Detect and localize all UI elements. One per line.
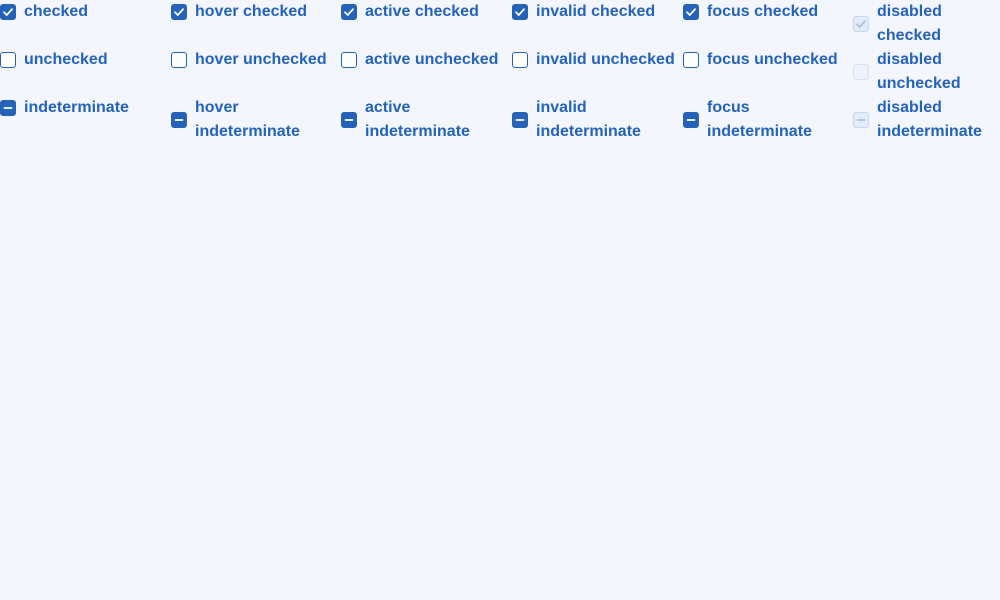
empty-box-icon[interactable] [0,52,16,68]
checkbox-unchecked[interactable]: unchecked [0,48,170,96]
minus-icon[interactable] [0,100,16,116]
checkbox-label: focus unchecked [707,51,838,68]
checkbox-state-grid: checked hover checked active checked invali… [0,0,1000,600]
checkbox-invalid-checked[interactable]: invalid checked [512,0,682,48]
checkbox-invalid-unchecked[interactable]: invalid unchecked [512,48,682,96]
checkbox-label: hover checked [195,3,308,20]
minus-icon [853,112,869,128]
checkbox-label: active indeterminate [365,99,470,140]
checkbox-hover-unchecked[interactable]: hover unchecked [171,48,341,96]
minus-icon[interactable] [683,112,699,128]
checkbox-focus-checked[interactable]: focus checked [683,0,853,48]
checkmark-icon[interactable] [512,4,528,20]
checkbox-label: unchecked [24,51,108,68]
checkbox-disabled-checked: disabled checked [853,0,1000,48]
empty-box-icon[interactable] [171,52,187,68]
empty-box-icon[interactable] [683,52,699,68]
checkbox-disabled-unchecked: disabled unchecked [853,48,1000,96]
empty-box-icon[interactable] [512,52,528,68]
checkbox-hover-indeterminate[interactable]: hover indeterminate [171,96,341,144]
checkbox-active-checked[interactable]: active checked [341,0,511,48]
minus-icon[interactable] [171,112,187,128]
checkbox-label: invalid checked [536,3,656,20]
empty-box-icon [853,64,869,80]
checkbox-checked[interactable]: checked [0,0,170,48]
checkbox-label: disabled unchecked [877,51,961,92]
checkbox-label: active unchecked [365,51,499,68]
checkbox-label: invalid unchecked [536,51,675,68]
checkbox-invalid-indeterminate[interactable]: invalid indeterminate [512,96,682,144]
empty-box-icon[interactable] [341,52,357,68]
checkmark-icon[interactable] [171,4,187,20]
checkbox-label: active checked [365,3,479,20]
checkbox-label: focus indeterminate [707,99,812,140]
checkbox-label: disabled checked [877,3,942,44]
checkbox-focus-indeterminate[interactable]: focus indeterminate [683,96,853,144]
minus-icon[interactable] [512,112,528,128]
checkbox-active-indeterminate[interactable]: active indeterminate [341,96,511,144]
checkbox-indeterminate[interactable]: indeterminate [0,96,170,144]
checkbox-hover-checked[interactable]: hover checked [171,0,341,48]
checkbox-label: hover indeterminate [195,99,300,140]
checkbox-label: invalid indeterminate [536,99,641,140]
checkmark-icon [853,16,869,32]
checkbox-active-unchecked[interactable]: active unchecked [341,48,511,96]
checkbox-label: disabled indeterminate [877,99,982,140]
checkmark-icon[interactable] [341,4,357,20]
checkbox-label: hover unchecked [195,51,327,68]
checkmark-icon[interactable] [683,4,699,20]
checkbox-label: checked [24,3,89,20]
checkbox-label: indeterminate [24,99,129,116]
checkbox-focus-unchecked[interactable]: focus unchecked [683,48,853,96]
checkbox-label: focus checked [707,3,819,20]
checkmark-icon[interactable] [0,4,16,20]
minus-icon[interactable] [341,112,357,128]
checkbox-disabled-indeterminate: disabled indeterminate [853,96,1000,144]
